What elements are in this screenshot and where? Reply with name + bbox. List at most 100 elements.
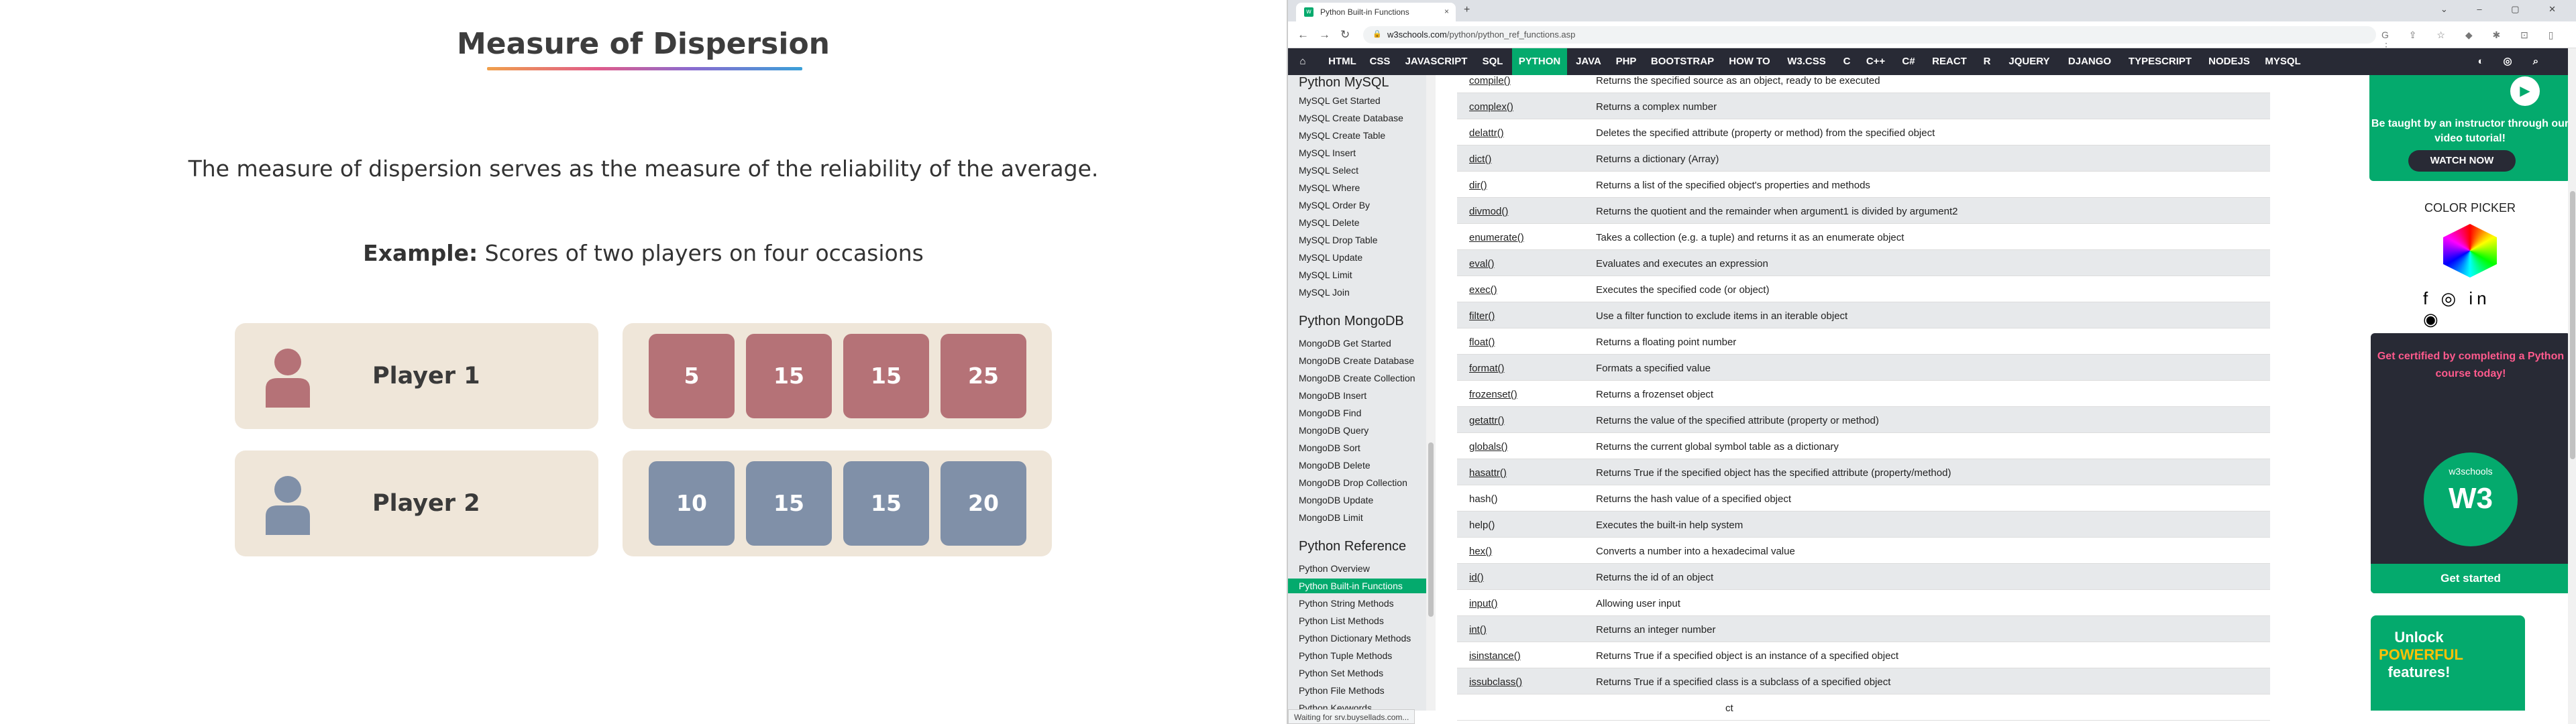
sidebar-item[interactable]: MongoDB Query [1299,425,1368,436]
function-desc: Returns the specified source as an objec… [1596,75,1880,86]
get-started-button[interactable]: Get started [2371,564,2571,593]
sidebar-item[interactable]: MySQL Where [1299,182,1360,193]
sidebar-scroll-thumb[interactable] [1428,442,1434,617]
table-row: dir() Returns a list of the specified obj… [1457,172,2270,198]
sidebar-item[interactable]: MySQL Join [1299,287,1350,298]
sidebar-item-selected[interactable]: Python Built-in Functions [1288,579,1428,593]
dark-mode-icon[interactable]: ◐ [2469,48,2493,75]
video-promo[interactable]: ▶ Be taught by an instructor through our… [2369,75,2571,181]
badge-logo: W3 [2449,482,2493,515]
search-icon[interactable]: ⌕ [2524,48,2548,75]
function-link[interactable]: help() [1469,520,1495,531]
color-wheel-icon[interactable] [2443,224,2497,278]
function-link[interactable]: divmod() [1469,206,1508,217]
function-desc: ct [1725,703,1733,714]
function-link[interactable]: filter() [1469,310,1495,322]
sidebar-item[interactable]: Python Tuple Methods [1299,650,1392,661]
globe-icon[interactable]: ◎ [2496,48,2520,75]
function-link[interactable]: hex() [1469,546,1492,557]
watch-now-button[interactable]: WATCH NOW [2408,150,2516,172]
function-link[interactable]: input() [1469,598,1498,609]
sidebar-item[interactable]: MongoDB Find [1299,408,1361,418]
function-link[interactable]: delattr() [1469,127,1504,139]
function-link[interactable]: dir() [1469,180,1487,191]
sidebar-item[interactable]: MongoDB Insert [1299,390,1366,401]
function-link[interactable]: complex() [1469,101,1513,113]
function-link[interactable]: hash() [1469,493,1498,505]
function-link[interactable]: id() [1469,572,1484,583]
sidebar-item[interactable]: MySQL Get Started [1299,95,1381,106]
certification-ad[interactable]: Get certified by completing a Python cou… [2371,333,2571,593]
sidebar-item[interactable]: MongoDB Delete [1299,460,1371,471]
url-path: /python/python_ref_functions.asp [1446,29,1576,40]
function-link[interactable]: issubclass() [1469,676,1522,688]
slide-panel: Measure of Dispersion The measure of dis… [0,0,1287,724]
function-link[interactable]: compile() [1469,75,1511,86]
unlock-features-ad[interactable]: Unlock POWERFUL features! [2371,615,2525,711]
sidebar-item[interactable]: MySQL Delete [1299,217,1360,228]
function-link[interactable]: isinstance() [1469,650,1521,662]
slide-title: Measure of Dispersion [456,27,830,61]
function-link[interactable]: dict() [1469,154,1491,165]
sidebar-item[interactable]: MySQL Limit [1299,269,1352,280]
function-link[interactable]: float() [1469,337,1495,348]
page-scroll-thumb[interactable] [2570,191,2575,459]
table-row: delattr() Deletes the specified attribute… [1457,119,2270,145]
url-bar[interactable]: 🔒 w3schools.com/python/python_ref_functi… [1363,26,2376,44]
unlock-line1: Unlock [2394,629,2444,646]
player-name: Player 2 [372,490,480,517]
function-desc: Returns a frozenset object [1596,389,1714,400]
nav-item[interactable]: CSS [1363,48,1397,75]
sidebar-item[interactable]: Python File Methods [1299,685,1385,696]
home-icon[interactable]: ⌂ [1288,48,1318,75]
function-link[interactable]: globals() [1469,441,1508,452]
tab-close-icon[interactable]: × [1444,7,1449,16]
table-row: frozenset() Returns a frozenset object [1457,381,2270,407]
sidebar-item[interactable]: MongoDB Create Collection [1299,373,1415,383]
sidebar-item[interactable]: MongoDB Sort [1299,442,1360,453]
play-icon[interactable]: ▶ [2510,76,2540,106]
sidebar-item[interactable]: MongoDB Update [1299,495,1373,505]
social-icons[interactable]: f ◎ in ◉ [2423,288,2517,330]
sidebar-item[interactable]: MySQL Drop Table [1299,235,1378,245]
score-tile: 25 [941,334,1026,418]
sidebar-item[interactable]: Python Overview [1299,563,1370,574]
function-link[interactable]: exec() [1469,284,1497,296]
sidebar-item[interactable]: Python Dictionary Methods [1299,633,1411,644]
sidebar-item[interactable]: Python List Methods [1299,615,1384,626]
user-avatar-icon [266,349,310,408]
sidebar-item[interactable]: MySQL Insert [1299,147,1356,158]
function-link[interactable]: getattr() [1469,415,1505,426]
sidebar-item[interactable]: Python Set Methods [1299,668,1383,678]
lock-icon: 🔒 [1373,30,1382,38]
score-tile: 15 [746,461,832,546]
function-link[interactable]: eval() [1469,258,1495,269]
function-link[interactable]: enumerate() [1469,232,1524,243]
reload-button[interactable]: ↻ [1340,28,1350,42]
sidebar-item[interactable]: MongoDB Get Started [1299,338,1391,349]
sidebar-item[interactable]: MongoDB Create Database [1299,355,1414,366]
unlock-line2: POWERFUL [2379,646,2463,663]
sidebar-item[interactable]: MySQL Create Table [1299,130,1385,141]
sidebar-item[interactable]: MySQL Update [1299,252,1362,263]
new-tab-button[interactable]: + [1464,4,1470,16]
window-controls[interactable]: ⌄ – ▢ ✕ [2440,4,2569,15]
function-link[interactable]: frozenset() [1469,389,1517,400]
sidebar-item[interactable]: MySQL Select [1299,165,1358,176]
table-row: enumerate() Takes a collection (e.g. a tu… [1457,224,2270,250]
sidebar-item[interactable]: MySQL Order By [1299,200,1370,210]
browser-tab[interactable]: w Python Built-in Functions × [1296,3,1456,21]
forward-button[interactable]: → [1319,28,1330,42]
back-button[interactable]: ← [1297,28,1309,42]
nav-item[interactable]: HTML [1323,48,1362,75]
function-link[interactable]: format() [1469,363,1505,374]
table-row: dict() Returns a dictionary (Array) [1457,145,2270,172]
sidebar-item[interactable]: MySQL Create Database [1299,113,1403,123]
sidebar-item[interactable]: MongoDB Limit [1299,512,1363,523]
sidebar-item[interactable]: Python String Methods [1299,598,1394,609]
table-row: divmod() Returns the quotient and the rem… [1457,198,2270,224]
sidebar-item[interactable]: MongoDB Drop Collection [1299,477,1407,488]
score-tile: 15 [843,334,929,418]
function-link[interactable]: hasattr() [1469,467,1507,479]
function-link[interactable]: int() [1469,624,1487,636]
